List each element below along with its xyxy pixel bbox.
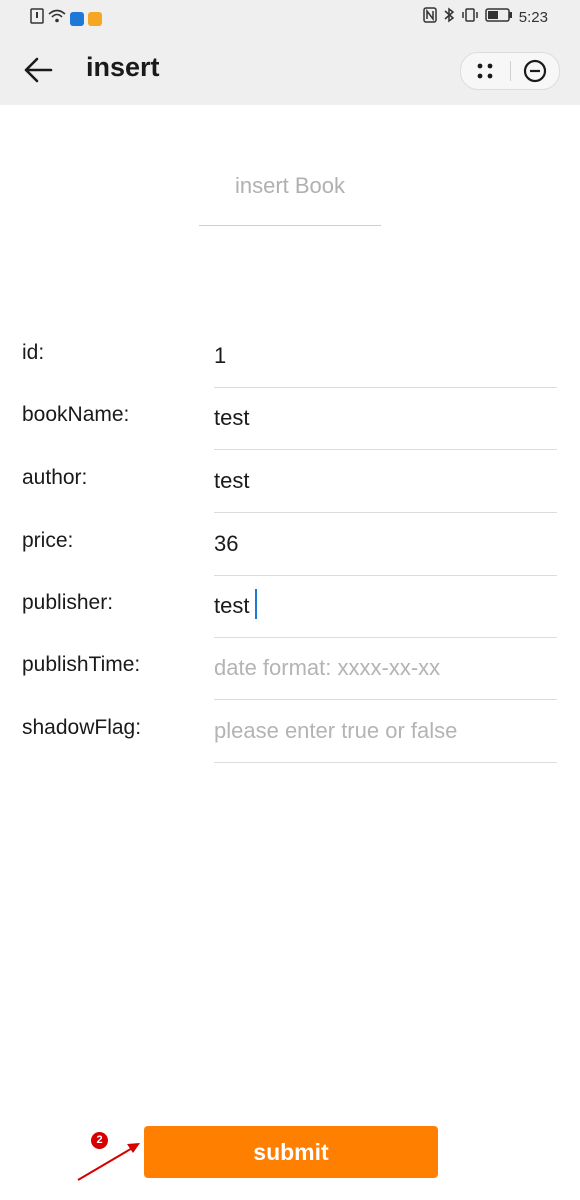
insert-book-placeholder: insert Book: [234, 173, 346, 198]
page: 5:23 insert insert Book id: 1 bookName: …: [0, 0, 580, 1200]
close-button[interactable]: [510, 53, 559, 89]
text-caret: [255, 589, 257, 619]
form-row-publisher: publisher:: [0, 575, 580, 638]
shadowflag-label: shadowFlag:: [22, 716, 142, 739]
more-button[interactable]: [461, 53, 510, 89]
shadowflag-input[interactable]: [214, 700, 557, 763]
mini-program-capsule: [460, 52, 560, 90]
bookname-label: bookName:: [22, 403, 130, 426]
author-label: author:: [22, 466, 88, 489]
id-label: id:: [22, 341, 45, 364]
vibrate-icon: [461, 7, 479, 27]
back-button[interactable]: [20, 52, 56, 88]
form-row-publishtime: publishTime:: [0, 637, 580, 700]
wifi-icon: [48, 9, 66, 28]
form-row-author: author:: [0, 450, 580, 513]
id-input[interactable]: [214, 325, 557, 388]
publishtime-input[interactable]: [214, 637, 557, 700]
publisher-input[interactable]: [214, 575, 557, 638]
submit-button[interactable]: submit: [144, 1126, 438, 1178]
app-yellow-icon: [88, 11, 102, 26]
close-circle-icon: [523, 59, 546, 83]
nfc-icon: [423, 7, 437, 27]
app-blue-icon: [70, 11, 84, 26]
status-bar: 5:23: [0, 0, 580, 34]
more-dots-icon: [477, 63, 493, 79]
author-input[interactable]: [214, 450, 557, 513]
back-arrow-icon: [24, 57, 53, 83]
status-left-icons: [30, 8, 102, 29]
publisher-label: publisher:: [22, 591, 114, 614]
insert-book-field[interactable]: insert Book: [199, 170, 381, 226]
annotation-badge: 2: [91, 1132, 108, 1149]
form-row-id: id:: [0, 325, 580, 388]
status-right-icons: 5:23: [423, 7, 548, 27]
sim-icon: [30, 8, 44, 29]
price-label: price:: [22, 529, 74, 552]
page-title: insert: [86, 52, 160, 82]
form-row-bookname: bookName:: [0, 387, 580, 450]
bluetooth-icon: [443, 7, 455, 27]
price-input[interactable]: [214, 513, 557, 576]
bookname-input[interactable]: [214, 387, 557, 450]
publishtime-label: publishTime:: [22, 653, 141, 676]
status-time: 5:23: [518, 8, 548, 26]
form-row-price: price:: [0, 513, 580, 576]
battery-icon: [485, 8, 513, 26]
nav-bar: insert: [0, 34, 580, 105]
form-row-shadowflag: shadowFlag:: [0, 700, 580, 763]
